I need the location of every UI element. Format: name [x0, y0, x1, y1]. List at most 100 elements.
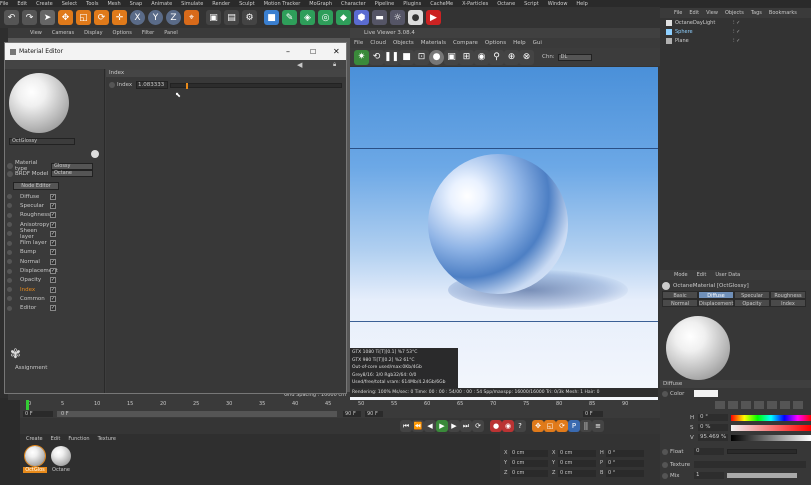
material-menu-texture[interactable]: Texture [98, 436, 116, 442]
coord-field[interactable]: 0 cm [558, 449, 596, 457]
camera-icon[interactable]: ▬ [372, 10, 387, 25]
live-viewer-menu-help[interactable]: Help [513, 40, 526, 46]
tab-displacement[interactable]: Displacement [698, 299, 734, 307]
restart-icon[interactable]: ⟲ [369, 49, 384, 65]
tab-diffuse[interactable]: Diffuse [698, 291, 734, 299]
pen-spline-icon[interactable]: ✎ [282, 10, 297, 25]
float-field[interactable]: 0 [694, 448, 724, 455]
focus-picker-icon[interactable]: ◉ [474, 49, 489, 65]
viewport-menu-filter[interactable]: Filter [142, 30, 154, 36]
tab-index[interactable]: Index [770, 299, 806, 307]
hsv-icon[interactable] [780, 401, 790, 409]
material-swatch[interactable]: Octane [49, 446, 73, 473]
mix-field[interactable]: 1 [694, 472, 724, 479]
channel-label[interactable]: Film layer [12, 240, 50, 246]
keyframe-dot[interactable] [109, 82, 115, 88]
menu-item-sculpt[interactable]: Sculpt [239, 1, 255, 7]
channel-item[interactable]: Bump ✓ [7, 248, 103, 257]
menu-item-select[interactable]: Select [62, 1, 77, 7]
attribute-menu-user-data[interactable]: User Data [715, 272, 740, 278]
object-row[interactable]: Sphere ⁝ ✓ [666, 27, 811, 36]
channel-select[interactable]: DL [557, 53, 592, 61]
live-viewer-menu-compare[interactable]: Compare [453, 40, 478, 46]
coord-field[interactable]: 0 cm [558, 459, 596, 467]
key-scale-icon[interactable]: ◱ [544, 420, 556, 432]
scene-icon[interactable]: ⬢ [354, 10, 369, 25]
keyframe-sel-icon[interactable]: ? [514, 420, 526, 432]
visibility-icon[interactable]: ⁝ ✓ [733, 38, 740, 44]
current-frame-field[interactable]: 0 F [583, 411, 603, 417]
channel-label[interactable]: Diffuse [12, 194, 50, 200]
channel-item[interactable]: Opacity ✓ [7, 276, 103, 285]
image-icon[interactable] [754, 401, 764, 409]
coord-field[interactable]: 0 ° [606, 469, 644, 477]
go-end-icon[interactable]: ⏭ [460, 420, 472, 432]
key-pla-icon[interactable]: ⣿ [580, 420, 592, 432]
float-slider[interactable] [727, 449, 797, 454]
next-frame-icon[interactable]: ▶ [448, 420, 460, 432]
keyframe-dot[interactable] [662, 390, 668, 397]
channel-checkbox[interactable]: ✓ [50, 230, 56, 237]
save-icon[interactable]: ▣ [444, 49, 459, 65]
material-menu-function[interactable]: Function [68, 436, 89, 442]
tab-opacity[interactable]: Opacity [734, 299, 770, 307]
channel-label[interactable]: Specular [12, 203, 50, 209]
keyframe-dot[interactable] [7, 170, 13, 177]
menu-item-script[interactable]: Script [524, 1, 539, 7]
attribute-menu-edit[interactable]: Edit [697, 272, 707, 278]
play-icon[interactable]: ▶ [436, 420, 448, 432]
material-thumbnail[interactable] [51, 446, 71, 466]
keyframe-dot[interactable] [662, 461, 668, 468]
channel-checkbox[interactable]: ✓ [50, 286, 56, 293]
node-editor-button[interactable]: Node Editor [13, 182, 59, 190]
autokey-icon[interactable]: ◉ [502, 420, 514, 432]
menu-item-snap[interactable]: Snap [130, 1, 143, 7]
menu-item-window[interactable]: Window [548, 1, 568, 7]
coord-field[interactable]: 0 cm [558, 469, 596, 477]
coord-field[interactable]: 0 cm [510, 449, 548, 457]
channel-item[interactable]: Diffuse ✓ [7, 192, 103, 201]
max-frame-field[interactable]: 90 F [365, 411, 383, 417]
object-menu-tags[interactable]: Tags [751, 10, 762, 16]
menu-item-animate[interactable]: Animate [151, 1, 172, 7]
coord-field[interactable]: 0 ° [606, 449, 644, 457]
octane-render-icon[interactable]: ▶ [426, 10, 441, 25]
live-viewer-menu-gui[interactable]: Gui [533, 40, 542, 46]
color-swatch[interactable] [694, 390, 718, 397]
object-name[interactable]: Sphere [675, 29, 733, 35]
prev-key-icon[interactable]: ⏪ [412, 420, 424, 432]
axis-y-button[interactable]: Y [148, 10, 163, 25]
channel-checkbox[interactable]: ✓ [50, 295, 56, 302]
menu-item-cacheme[interactable]: CacheMe [430, 1, 453, 7]
timeline[interactable]: 0 5 10 15 20 25 30 35 40 45 50 55 60 65 70 75 80 85 90 0 F… [20, 400, 660, 418]
minimize-icon[interactable]: – [286, 47, 290, 56]
viewport-menu-view[interactable]: View [30, 30, 42, 36]
subdivision-icon[interactable]: ◈ [300, 10, 315, 25]
visibility-icon[interactable]: ⁝ ✓ [733, 20, 740, 26]
channel-item[interactable]: Film layer ✓ [7, 238, 103, 247]
channel-checkbox[interactable]: ✓ [50, 258, 56, 265]
channel-label[interactable]: Displacement [12, 268, 58, 274]
coord-field[interactable]: 0 cm [510, 469, 548, 477]
render-settings-icon[interactable]: ⚙ [242, 10, 257, 25]
deformer-icon[interactable]: ◆ [336, 10, 351, 25]
mix-slider[interactable] [727, 473, 797, 478]
tab-normal[interactable]: Normal [662, 299, 698, 307]
object-row[interactable]: OctaneDayLight ⁝ ✓ [666, 18, 811, 27]
channel-checkbox[interactable]: ✓ [50, 240, 56, 247]
frame-range-bar[interactable]: 0 F [57, 411, 337, 417]
menu-item-file[interactable]: File [0, 1, 8, 7]
visibility-icon[interactable]: ⁝ ✓ [733, 29, 740, 35]
keyframe-dot[interactable] [662, 472, 668, 479]
index-slider-knob[interactable] [186, 82, 189, 89]
attribute-material-preview[interactable] [666, 316, 730, 380]
viewport-menu-panel[interactable]: Panel [164, 30, 178, 36]
tab-roughness[interactable]: Roughness [770, 291, 806, 299]
sphere-icon[interactable]: ● [429, 49, 444, 65]
end-frame-field[interactable]: 90 F [343, 411, 361, 417]
menu-item-create[interactable]: Create [36, 1, 53, 7]
channel-label[interactable]: Opacity [12, 277, 50, 283]
region-icon[interactable]: ⊞ [459, 49, 474, 65]
kelvin-icon[interactable] [793, 401, 803, 409]
brdf-model-select[interactable]: Octane [51, 170, 93, 177]
